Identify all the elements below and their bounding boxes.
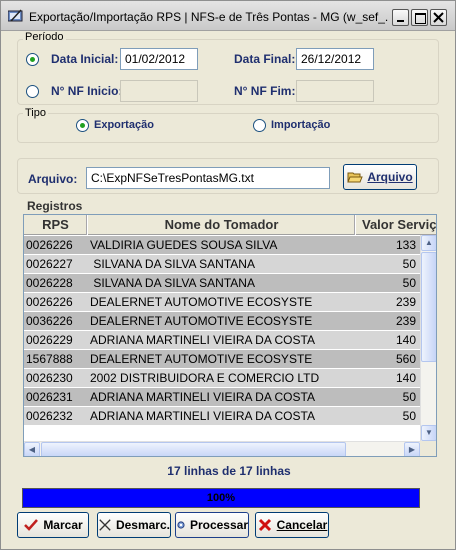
vertical-scrollbar[interactable]: ▲ ▼: [420, 235, 436, 441]
nf-fim-label: N° NF Fim:: [234, 84, 296, 98]
desmarcar-label: Desmarc.: [115, 518, 170, 532]
col-header-nome[interactable]: Nome do Tomador: [88, 215, 356, 235]
scroll-left-arrow-icon[interactable]: ◀: [24, 442, 40, 456]
table-row[interactable]: 0036226 DEALERNET AUTOMOTIVE ECOSYSTE 239: [24, 312, 436, 331]
cell-valor: 560: [395, 352, 416, 366]
data-inicial-field[interactable]: 01/02/2012: [120, 48, 198, 70]
close-icon: [433, 12, 444, 23]
cell-nome: SILVANA DA SILVA SANTANA: [90, 257, 255, 271]
cell-valor: 239: [395, 295, 416, 309]
cell-nome: DEALERNET AUTOMOTIVE ECOSYSTE: [90, 352, 313, 366]
exportacao-label[interactable]: Exportação: [94, 119, 154, 131]
processar-button[interactable]: Processar: [175, 512, 249, 538]
cell-rps: 0026232: [26, 409, 73, 423]
cell-rps: 0036226: [26, 314, 73, 328]
importacao-label[interactable]: Importação: [271, 119, 330, 131]
processar-label: Processar: [189, 518, 248, 532]
uncheck-icon: [99, 519, 111, 531]
title-bar[interactable]: Exportação/Importação RPS | NFS-e de Trê…: [1, 1, 455, 31]
col-header-rps[interactable]: RPS: [24, 215, 88, 235]
progress-text: 100%: [206, 492, 236, 504]
progress-bar: 100%: [22, 488, 420, 508]
arquivo-button[interactable]: Arquivo: [343, 164, 417, 190]
cancel-x-icon: [258, 518, 271, 532]
data-final-field[interactable]: 26/12/2012: [296, 48, 374, 70]
scroll-right-arrow-icon[interactable]: ▶: [404, 442, 420, 456]
close-button[interactable]: [430, 9, 447, 26]
cell-valor: 239: [395, 314, 416, 328]
cell-nome: SILVANA DA SILVA SANTANA: [90, 276, 255, 290]
data-inicial-label: Data Inicial:: [51, 52, 119, 66]
table-row[interactable]: 0026228 SILVANA DA SILVA SANTANA 50: [24, 274, 436, 293]
cell-rps: 0026229: [26, 333, 73, 347]
data-final-label: Data Final:: [234, 52, 296, 66]
cell-valor: 50: [402, 409, 416, 423]
cell-nome: 2002 DISTRIBUIDORA E COMERCIO LTD: [90, 371, 320, 385]
cell-valor: 50: [402, 276, 416, 290]
col-header-valor[interactable]: Valor Serviç: [356, 215, 436, 235]
cell-valor: 140: [395, 371, 416, 385]
cell-valor: 50: [402, 257, 416, 271]
cell-nome: DEALERNET AUTOMOTIVE ECOSYSTE: [90, 314, 313, 328]
folder-open-icon: [347, 172, 364, 183]
registros-group-label: Registros: [25, 199, 85, 213]
maximize-button[interactable]: [411, 9, 428, 26]
check-mark-icon: [24, 519, 39, 531]
window-title: Exportação/Importação RPS | NFS-e de Trê…: [29, 10, 389, 24]
nf-inicio-field[interactable]: [120, 80, 198, 102]
arquivo-field[interactable]: C:\ExpNFSeTresPontasMG.txt: [86, 167, 330, 189]
marcar-label: Marcar: [43, 518, 83, 532]
vertical-scroll-thumb[interactable]: [421, 252, 436, 362]
nf-fim-field[interactable]: [296, 80, 374, 102]
cell-rps: 0026226: [26, 238, 73, 252]
cell-valor: 50: [402, 390, 416, 404]
row-count-text: 17 linhas de 17 linhas: [167, 464, 291, 478]
cell-nome: DEALERNET AUTOMOTIVE ECOSYSTE: [90, 295, 313, 309]
cancelar-label: Cancelar: [276, 518, 328, 532]
periodo-nf-radio[interactable]: [26, 85, 39, 98]
registros-table[interactable]: RPS Nome do Tomador Valor Serviç 0026226…: [23, 214, 437, 457]
scroll-down-arrow-icon[interactable]: ▼: [421, 425, 436, 441]
nf-inicio-label: N° NF Inicio:: [51, 84, 123, 98]
cell-rps: 1567888: [26, 352, 73, 366]
table-row[interactable]: 1567888 DEALERNET AUTOMOTIVE ECOSYSTE 560: [24, 350, 436, 369]
arquivo-button-label: Arquivo: [367, 170, 413, 184]
app-icon: [8, 9, 23, 22]
periodo-group-label: Período: [23, 31, 66, 43]
horizontal-scroll-thumb[interactable]: [41, 442, 346, 456]
marcar-button[interactable]: Marcar: [17, 512, 89, 538]
cell-nome: ADRIANA MARTINELI VIEIRA DA COSTA: [90, 409, 315, 423]
scroll-up-arrow-icon[interactable]: ▲: [421, 235, 436, 251]
table-row[interactable]: 0026229 ADRIANA MARTINELI VIEIRA DA COSTA…: [24, 331, 436, 350]
exportacao-radio[interactable]: [76, 119, 89, 132]
cell-nome: ADRIANA MARTINELI VIEIRA DA COSTA: [90, 390, 315, 404]
table-row[interactable]: 0026232 ADRIANA MARTINELI VIEIRA DA COSTA…: [24, 407, 436, 426]
cell-rps: 0026227: [26, 257, 73, 271]
table-row[interactable]: 0026226 VALDIRIA GUEDES SOUSA SILVA 133: [24, 236, 436, 255]
importacao-radio[interactable]: [253, 119, 266, 132]
tipo-group-label: Tipo: [23, 107, 48, 119]
horizontal-scrollbar[interactable]: ◀ ▶: [24, 441, 420, 456]
table-row[interactable]: 0026227 SILVANA DA SILVA SANTANA 50: [24, 255, 436, 274]
scroll-corner: [420, 441, 436, 456]
process-gear-icon: [177, 521, 185, 529]
cell-nome: ADRIANA MARTINELI VIEIRA DA COSTA: [90, 333, 315, 347]
app-window: Exportação/Importação RPS | NFS-e de Trê…: [0, 0, 456, 550]
cell-valor: 133: [395, 238, 416, 252]
periodo-data-radio[interactable]: [26, 53, 39, 66]
arquivo-label: Arquivo:: [28, 172, 78, 186]
cell-rps: 0026231: [26, 390, 73, 404]
table-row[interactable]: 0026231 ADRIANA MARTINELI VIEIRA DA COSTA…: [24, 388, 436, 407]
cell-nome: VALDIRIA GUEDES SOUSA SILVA: [90, 238, 278, 252]
desmarcar-button[interactable]: Desmarc.: [97, 512, 171, 538]
table-row[interactable]: 0026226 DEALERNET AUTOMOTIVE ECOSYSTE 239: [24, 293, 436, 312]
minimize-button[interactable]: [392, 9, 409, 26]
cell-rps: 0026228: [26, 276, 73, 290]
cell-rps: 0026226: [26, 295, 73, 309]
cell-valor: 140: [395, 333, 416, 347]
cell-rps: 0026230: [26, 371, 73, 385]
table-row[interactable]: 0026230 2002 DISTRIBUIDORA E COMERCIO LTD…: [24, 369, 436, 388]
table-header: RPS Nome do Tomador Valor Serviç: [24, 215, 436, 235]
cancelar-button[interactable]: Cancelar: [255, 512, 329, 538]
